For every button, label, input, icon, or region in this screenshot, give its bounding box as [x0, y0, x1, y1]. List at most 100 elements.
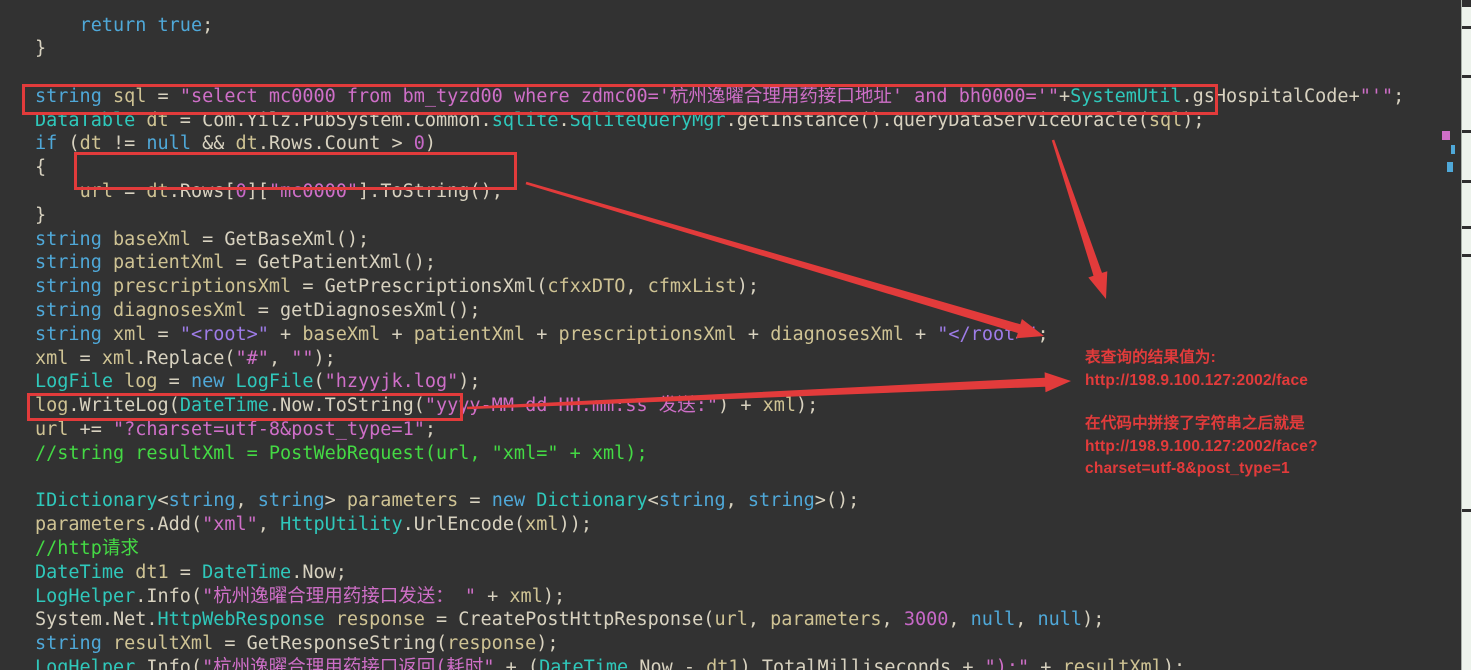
code-token: =: [68, 347, 102, 369]
code-token: +: [736, 323, 771, 345]
code-token: null: [1037, 609, 1083, 631]
code-token: xml: [101, 347, 136, 369]
code-line: System.Net.HttpWebResponse response = Cr…: [0, 608, 1404, 632]
code-token: new: [190, 371, 225, 393]
code-token: xml: [509, 585, 543, 607]
code-token: url: [714, 609, 748, 631]
code-token: string: [35, 228, 102, 250]
code-token: =: [157, 371, 191, 393]
scrollbar-tick: [1462, 130, 1471, 133]
code-line: string baseXml = GetBaseXml();: [0, 228, 1404, 252]
code-token: dt1: [135, 561, 169, 583]
code-token: +: [476, 585, 510, 607]
code-token: DateTime: [539, 657, 629, 670]
code-token: ,: [881, 609, 904, 631]
code-line: return true;: [0, 14, 1404, 38]
code-token: string: [35, 252, 102, 274]
code-token: +: [903, 323, 938, 345]
minimap-mark: [1447, 162, 1453, 172]
annotation-line: 在代码中拼接了字符串之后就是: [1085, 415, 1305, 432]
code-token: = GetBaseXml();: [190, 228, 370, 250]
code-token: .Now;: [291, 561, 347, 583]
code-token: ;: [202, 14, 214, 36]
code-token: (: [313, 371, 325, 393]
code-token: string: [747, 490, 815, 512]
code-token: resultXml: [1062, 657, 1163, 670]
annotation-line: 表查询的结果值为:: [1085, 349, 1216, 366]
code-token: ,: [235, 490, 258, 512]
code-token: if: [35, 133, 58, 155]
code-token: );: [1162, 657, 1186, 670]
code-token: .Add(: [146, 514, 203, 536]
code-token: ,: [1015, 609, 1038, 631]
code-token: }: [35, 38, 47, 60]
code-token: =: [146, 323, 180, 345]
code-token: "'": [1359, 85, 1394, 107]
code-token: DateTime: [202, 561, 292, 583]
code-token: ,: [725, 490, 748, 512]
code-token: "杭州逸曜合理用药接口发送： ": [202, 585, 476, 607]
code-token: response: [447, 633, 537, 655]
code-token: ,: [948, 609, 971, 631]
code-line: DateTime dt1 = DateTime.Now;: [0, 561, 1404, 585]
code-token: baseXml: [112, 228, 191, 250]
scrollbar[interactable]: [1461, 0, 1471, 670]
code-token: return: [79, 14, 147, 36]
code-line: }: [0, 37, 1404, 61]
code-token: //string resultXml = PostWebRequest(url,…: [35, 442, 648, 464]
scrollbar-tick: [1462, 254, 1471, 257]
code-token: string: [658, 490, 726, 512]
code-token: ;: [1037, 323, 1049, 345]
code-token: cfmxList: [647, 276, 737, 298]
code-token: );: [313, 347, 336, 369]
scrollbar-cap: [1462, 0, 1471, 7]
code-line: IDictionary<string, string> parameters =…: [0, 489, 1404, 513]
code-line: LogHelper.Info("杭州逸曜合理用药接口发送： " + xml);: [0, 585, 1404, 609]
code-token: "#": [235, 347, 269, 369]
minimap-mark: [1442, 131, 1450, 140]
code-token: "</root>": [937, 323, 1038, 345]
code-token: "杭州逸曜合理用药接口返回(耗时": [202, 657, 495, 670]
code-token: HttpWebResponse: [157, 609, 325, 631]
code-line: }: [0, 204, 1404, 228]
code-token: .Now -: [628, 657, 707, 670]
code-token: xml: [525, 514, 559, 536]
code-token: {: [35, 157, 47, 179]
code-token: "?charset=utf-8&post_type=1": [112, 419, 425, 441]
code-token: parameters: [35, 514, 147, 536]
code-token: "<root>": [179, 323, 269, 345]
code-token: string: [35, 323, 102, 345]
code-line: string patientXml = GetPatientXml();: [0, 251, 1404, 275]
code-token: ,: [747, 609, 771, 631]
code-token: xml: [35, 347, 69, 369]
code-token: "yyyy-MM-dd HH:mm:ss 发送:": [424, 395, 719, 417]
code-token: = getDiagnosesXml();: [246, 300, 481, 322]
code-line: string resultXml = GetResponseString(res…: [0, 632, 1404, 656]
code-token: System.Net.: [35, 609, 158, 631]
code-token: .UrlEncode(: [402, 514, 526, 536]
code-token: ;: [1393, 85, 1405, 107]
code-token: patientXml: [413, 323, 526, 345]
code-token: +: [525, 323, 559, 345]
code-token: url: [35, 419, 69, 441]
code-token: ));: [558, 514, 592, 536]
code-token: ,: [625, 276, 648, 298]
code-token: Dictionary: [536, 490, 648, 512]
code-token: "xml": [202, 514, 258, 536]
code-token: //http请求: [35, 538, 139, 560]
code-token: .Info(: [135, 585, 203, 607]
scrollbar-tick: [1462, 180, 1471, 183]
annotation-line: http://198.9.100.127:2002/face: [1085, 371, 1309, 389]
code-token: new: [491, 490, 526, 512]
code-token: "):": [984, 657, 1030, 670]
